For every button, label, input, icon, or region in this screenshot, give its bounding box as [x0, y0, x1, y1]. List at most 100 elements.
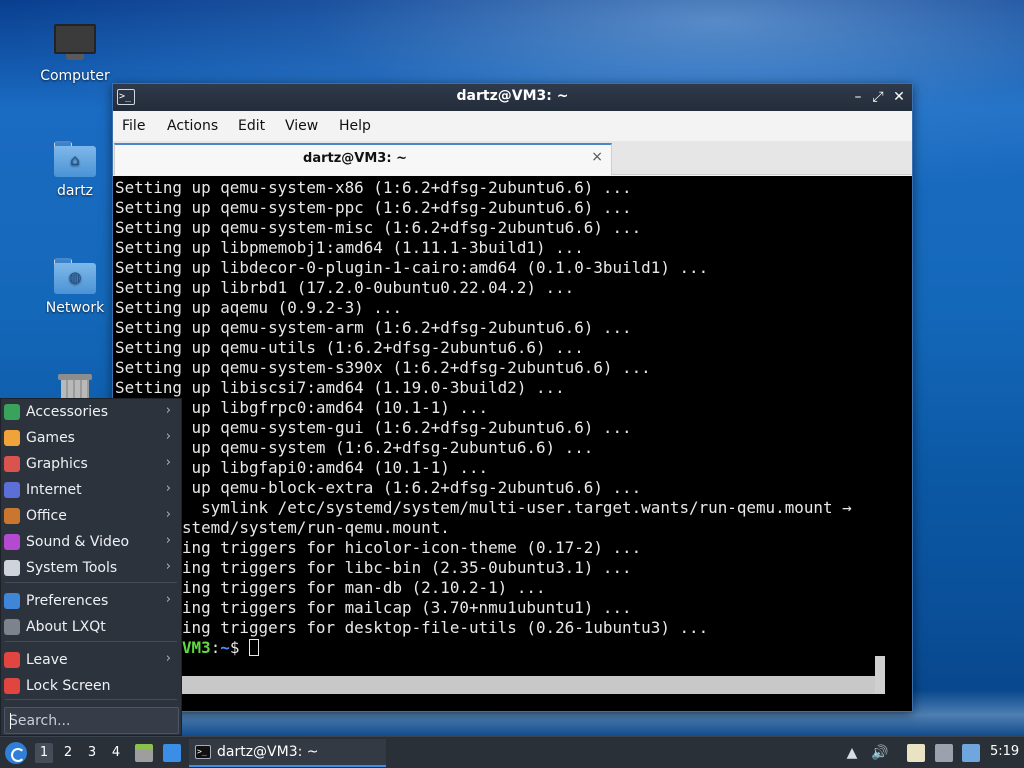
- leave-icon: [4, 652, 20, 668]
- menu-item-preferences[interactable]: Preferences ›: [1, 588, 181, 614]
- desktop-icon-label: dartz: [56, 183, 94, 199]
- menu-item-label: Internet: [26, 482, 82, 498]
- notification-icon[interactable]: [962, 744, 980, 762]
- terminal-line: Setting up qemu-utils (1:6.2+dfsg-2ubunt…: [115, 338, 584, 357]
- terminal-output[interactable]: Setting up qemu-system-x86 (1:6.2+dfsg-2…: [113, 176, 912, 711]
- file-manager-icon[interactable]: [135, 744, 153, 762]
- minimize-button[interactable]: –: [849, 87, 867, 107]
- terminal-line: Setting up aqemu (0.9.2-3) ...: [115, 298, 403, 317]
- tray-up-arrow-icon[interactable]: ▲: [843, 744, 861, 762]
- desktop-icon-network[interactable]: ◍ Network: [30, 258, 120, 316]
- preferences-icon: [4, 593, 20, 609]
- prompt-separator: :: [210, 638, 221, 657]
- desktop-switch-2[interactable]: 2: [59, 743, 77, 763]
- scrollbar-thumb[interactable]: [875, 656, 885, 694]
- desktop-icon-label: Network: [45, 300, 105, 316]
- chevron-right-icon: ›: [165, 559, 171, 574]
- close-button[interactable]: ✕: [890, 87, 908, 107]
- menu-item-label: Games: [26, 430, 75, 446]
- clipboard-icon[interactable]: [907, 744, 925, 762]
- menu-item-graphics[interactable]: Graphics ›: [1, 451, 181, 477]
- menu-item-office[interactable]: Office ›: [1, 503, 181, 529]
- menu-separator: [5, 699, 177, 700]
- system-tools-icon: [4, 560, 20, 576]
- chevron-right-icon: ›: [165, 533, 171, 548]
- internet-icon: [4, 482, 20, 498]
- menu-item-label: Lock Screen: [26, 678, 111, 694]
- terminal-icon: >_: [195, 745, 211, 759]
- terminal-line: Setting up qemu-system-misc (1:6.2+dfsg-…: [115, 218, 642, 237]
- office-icon: [4, 508, 20, 524]
- terminal-line: ing triggers for desktop-file-utils (0.2…: [115, 618, 709, 637]
- terminal-line: Setting up qemu-system-arm (1:6.2+dfsg-2…: [115, 318, 632, 337]
- menu-item-accessories[interactable]: Accessories ›: [1, 399, 181, 425]
- terminal-line: Setting up libdecor-0-plugin-1-cairo:amd…: [115, 258, 709, 277]
- tab-label: dartz@VM3: ~: [303, 151, 407, 166]
- menu-item-leave[interactable]: Leave ›: [1, 647, 181, 673]
- chevron-right-icon: ›: [165, 651, 171, 666]
- terminal-line: symlink /etc/systemd/system/multi-user.t…: [115, 498, 852, 517]
- horizontal-scrollbar[interactable]: [113, 676, 883, 694]
- menu-edit[interactable]: Edit: [238, 118, 265, 134]
- desktop-icon-computer[interactable]: Computer: [30, 24, 120, 84]
- menu-item-label: Office: [26, 508, 67, 524]
- maximize-button[interactable]: ⤢: [869, 87, 887, 107]
- window-title: dartz@VM3: ~: [456, 88, 569, 104]
- network-folder-icon: ◍: [54, 258, 96, 294]
- desktop-switch-1[interactable]: 1: [35, 743, 53, 763]
- volume-icon[interactable]: 🔊: [871, 744, 889, 762]
- tab-terminal[interactable]: dartz@VM3: ~ ×: [114, 143, 612, 175]
- lock-icon: [4, 678, 20, 694]
- games-icon: [4, 430, 20, 446]
- menu-item-games[interactable]: Games ›: [1, 425, 181, 451]
- task-label: dartz@VM3: ~: [217, 744, 319, 760]
- menu-separator: [5, 582, 177, 583]
- menu-item-label: System Tools: [26, 560, 118, 576]
- chevron-right-icon: ›: [165, 507, 171, 522]
- taskbar-task-terminal[interactable]: >_ dartz@VM3: ~: [189, 739, 386, 767]
- menu-item-about-lxqt[interactable]: About LXQt: [1, 614, 181, 640]
- menu-item-lock-screen[interactable]: Lock Screen: [1, 673, 181, 699]
- chevron-right-icon: ›: [165, 481, 171, 496]
- terminal-line: ing triggers for mailcap (3.70+nmu1ubunt…: [115, 598, 632, 617]
- tab-close-icon[interactable]: ×: [591, 149, 603, 165]
- sound-video-icon: [4, 534, 20, 550]
- search-input[interactable]: [9, 711, 174, 731]
- menu-view[interactable]: View: [285, 118, 318, 134]
- menu-item-label: About LXQt: [26, 619, 106, 635]
- main-menu-icon[interactable]: [5, 742, 27, 764]
- application-menu: Accessories›Games›Graphics›Internet›Offi…: [0, 398, 182, 736]
- terminal-window: >_ dartz@VM3: ~ – ⤢ ✕ File Actions Edit …: [112, 83, 913, 712]
- desktop-icon-home[interactable]: ⌂ dartz: [30, 141, 120, 199]
- menu-item-label: Accessories: [26, 404, 109, 420]
- menu-bar: File Actions Edit View Help: [113, 111, 912, 141]
- show-desktop-icon[interactable]: [163, 744, 181, 762]
- menu-help[interactable]: Help: [339, 118, 371, 134]
- desktop-switch-4[interactable]: 4: [107, 743, 125, 763]
- trash-icon: [58, 374, 92, 398]
- terminal-line: Setting up qemu-system-x86 (1:6.2+dfsg-2…: [115, 178, 632, 197]
- menu-item-sound-video[interactable]: Sound & Video ›: [1, 529, 181, 555]
- desktop-switch-3[interactable]: 3: [83, 743, 101, 763]
- terminal-line: Setting up qemu-system-ppc (1:6.2+dfsg-2…: [115, 198, 632, 217]
- menu-item-label: Sound & Video: [26, 534, 130, 550]
- terminal-line: up qemu-block-extra (1:6.2+dfsg-2ubuntu6…: [115, 478, 642, 497]
- terminal-line: ing triggers for libc-bin (2.35-0ubuntu3…: [115, 558, 632, 577]
- menu-item-system-tools[interactable]: System Tools ›: [1, 555, 181, 581]
- clock[interactable]: 5:19: [990, 744, 1019, 759]
- menu-actions[interactable]: Actions: [167, 118, 218, 134]
- computer-icon: [54, 24, 96, 62]
- menu-search[interactable]: [4, 707, 179, 734]
- menu-item-internet[interactable]: Internet ›: [1, 477, 181, 503]
- terminal-line: up qemu-system-gui (1:6.2+dfsg-2ubuntu6.…: [115, 418, 632, 437]
- home-folder-icon: ⌂: [54, 141, 96, 177]
- terminal-line: Setting up qemu-system-s390x (1:6.2+dfsg…: [115, 358, 651, 377]
- chevron-right-icon: ›: [165, 592, 171, 607]
- desktop-icon-label: Computer: [40, 68, 110, 84]
- window-titlebar[interactable]: >_ dartz@VM3: ~ – ⤢ ✕: [113, 84, 912, 111]
- taskbar: 1 2 3 4 >_ dartz@VM3: ~ ▲ 🔊 5:19: [0, 736, 1024, 768]
- accessories-icon: [4, 404, 20, 420]
- prompt-host: VM3: [181, 638, 211, 657]
- menu-file[interactable]: File: [122, 118, 145, 134]
- network-icon[interactable]: [935, 744, 953, 762]
